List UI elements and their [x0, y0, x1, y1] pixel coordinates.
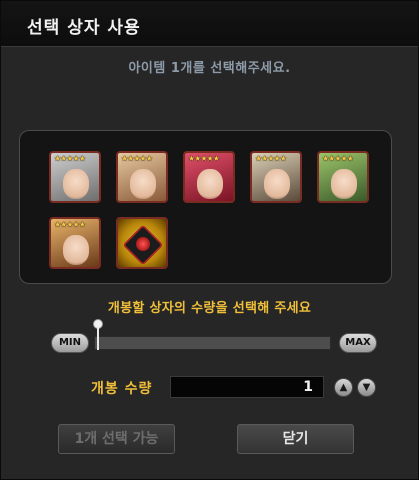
- select-confirm-button[interactable]: 1개 선택 가능: [58, 424, 175, 454]
- chevron-up-icon: ▲: [339, 382, 348, 393]
- character-portrait-icon: [197, 169, 223, 199]
- cube-core-icon: [136, 237, 150, 251]
- star-rating: ★★★★★: [322, 154, 354, 163]
- character-portrait-icon: [264, 169, 290, 199]
- item-slot-6[interactable]: ★★★★★: [49, 217, 101, 269]
- item-slot-5[interactable]: ★★★★★: [317, 151, 369, 203]
- min-button[interactable]: MIN: [51, 333, 89, 353]
- title-bar: 선택 상자 사용: [1, 1, 418, 47]
- star-rating: ★★★★★: [255, 154, 287, 163]
- chevron-down-icon: ▼: [362, 382, 371, 393]
- item-grid: ★★★★★ ★★★★★ ★★★★★ ★★★★★ ★★★★★ ★★★★★: [19, 130, 392, 284]
- quantity-prompt: 개봉할 상자의 수량을 선택해 주세요: [107, 301, 312, 316]
- red-cube-item-icon: [118, 219, 166, 267]
- max-button[interactable]: MAX: [339, 333, 377, 353]
- quantity-label: 개봉 수량: [91, 381, 153, 397]
- slider-handle[interactable]: [93, 319, 103, 353]
- character-portrait-icon: [331, 169, 357, 199]
- item-slot-3[interactable]: ★★★★★: [183, 151, 235, 203]
- decrease-button[interactable]: ▼: [357, 378, 376, 397]
- item-slot-7[interactable]: [116, 217, 168, 269]
- item-slot-2[interactable]: ★★★★★: [116, 151, 168, 203]
- increase-button[interactable]: ▲: [334, 378, 353, 397]
- star-rating: ★★★★★: [121, 154, 153, 163]
- star-rating: ★★★★★: [188, 154, 220, 163]
- quantity-slider[interactable]: [94, 336, 331, 350]
- select-box-dialog: 선택 상자 사용 아이템 1개를 선택해주세요. ★★★★★ ★★★★★ ★★★★★…: [0, 0, 419, 480]
- slider-stem: [97, 328, 99, 350]
- character-portrait-icon: [63, 235, 89, 265]
- dialog-title: 선택 상자 사용: [27, 18, 141, 38]
- item-slot-1[interactable]: ★★★★★: [49, 151, 101, 203]
- close-button[interactable]: 닫기: [237, 424, 354, 454]
- instruction-text: 아이템 1개를 선택해주세요.: [128, 61, 291, 76]
- quantity-input[interactable]: 1: [170, 376, 324, 398]
- star-rating: ★★★★★: [54, 220, 86, 229]
- character-portrait-icon: [63, 169, 89, 199]
- item-slot-4[interactable]: ★★★★★: [250, 151, 302, 203]
- star-rating: ★★★★★: [54, 154, 86, 163]
- character-portrait-icon: [130, 169, 156, 199]
